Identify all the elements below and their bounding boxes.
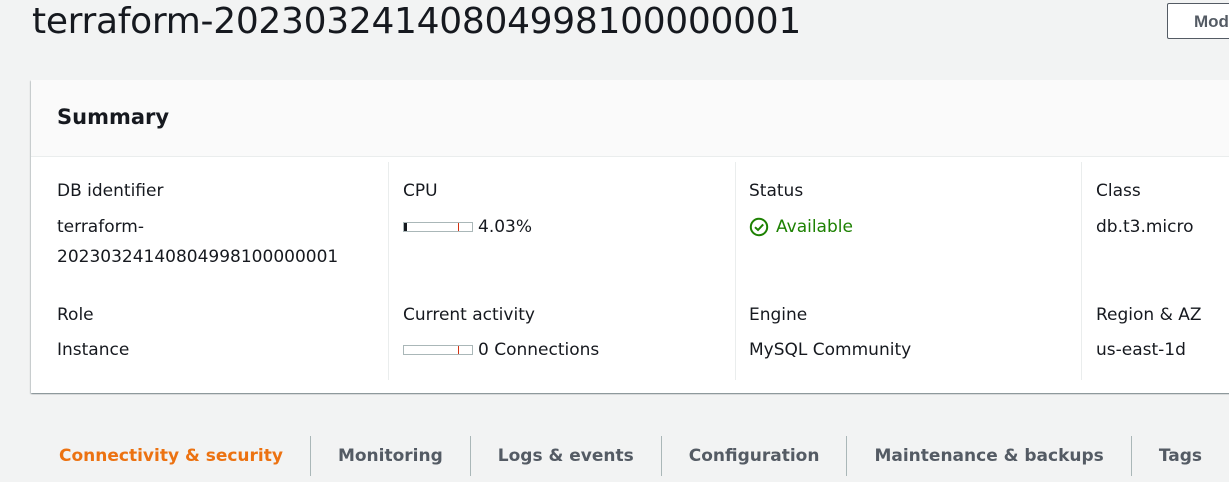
current-activity-value: 0 Connections [403,335,599,365]
summary-header: Summary [31,80,1229,157]
tab-tags[interactable]: Tags [1130,436,1229,476]
class-value: db.t3.micro [1096,217,1194,237]
region-az-label: Region & AZ [1096,305,1202,325]
cpu-value: 4.03% [403,212,532,242]
status-value: Available [749,212,853,242]
cpu-threshold-mark [458,223,459,231]
column-divider [1081,162,1082,380]
tab-connectivity-security[interactable]: Connectivity & security [31,436,310,476]
check-circle-icon [749,217,769,237]
summary-title: Summary [57,105,170,129]
role-value: Instance [57,340,130,360]
tab-maintenance-backups[interactable]: Maintenance & backups [846,436,1130,476]
class-label: Class [1096,181,1141,201]
cpu-meter-fill [404,223,407,231]
connections-count: 0 Connections [478,340,600,360]
cpu-meter [403,222,473,232]
current-activity-label: Current activity [403,305,535,325]
summary-card: Summary DB identifier terraform- 2023032… [31,80,1229,393]
cpu-percentage: 4.03% [478,217,533,237]
tab-logs-events[interactable]: Logs & events [469,436,661,476]
db-identifier-value: terraform- 20230324140804998100000001 [57,212,338,272]
role-label: Role [57,305,94,325]
db-identifier-line2: 20230324140804998100000001 [57,247,339,267]
page-title: terraform-20230324140804998100000001 [32,1,801,42]
engine-value: MySQL Community [749,340,912,360]
modify-button[interactable]: Modify [1167,3,1229,39]
status-text: Available [776,217,853,237]
column-divider [735,162,736,380]
status-label: Status [749,181,804,201]
activity-threshold-mark [458,346,459,354]
column-divider [388,162,389,380]
tab-monitoring[interactable]: Monitoring [309,436,470,476]
detail-tabs: Connectivity & security Monitoring Logs & … [31,434,1229,478]
region-az-value: us-east-1d [1096,340,1186,360]
db-identifier-line1: terraform- [57,217,144,237]
engine-label: Engine [749,305,808,325]
activity-meter [403,345,473,355]
tab-configuration[interactable]: Configuration [660,436,847,476]
cpu-label: CPU [403,181,438,201]
db-identifier-label: DB identifier [57,181,164,201]
